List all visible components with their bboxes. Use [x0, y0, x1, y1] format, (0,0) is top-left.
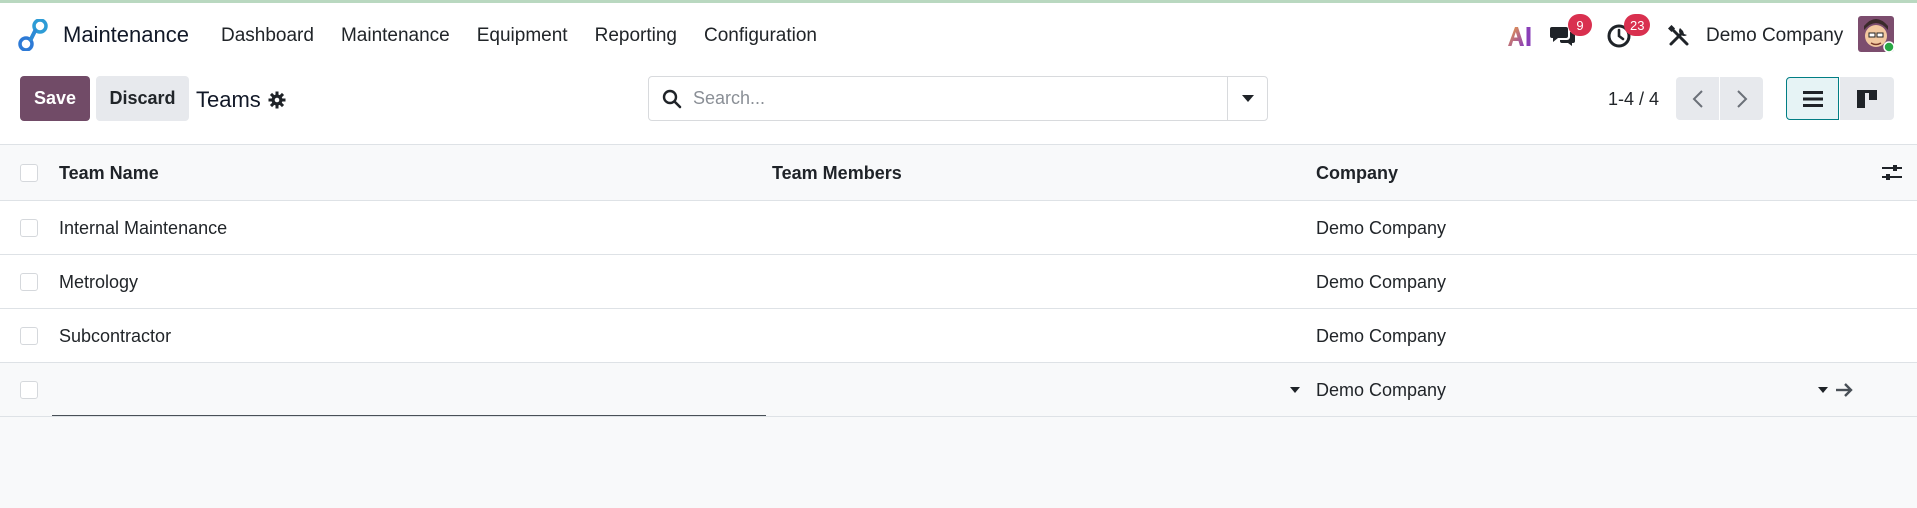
- menu-item-configuration[interactable]: Configuration: [704, 25, 817, 47]
- messages-badge[interactable]: 9: [1568, 14, 1592, 36]
- pager-value[interactable]: 1-4 / 4: [1608, 89, 1659, 110]
- sliders-icon[interactable]: [1881, 163, 1903, 183]
- pager-previous-button[interactable]: [1676, 77, 1719, 120]
- caret-down-icon[interactable]: [1290, 387, 1300, 393]
- avatar[interactable]: [1858, 16, 1894, 52]
- kanban-view-icon: [1857, 89, 1877, 108]
- column-header-company[interactable]: Company: [1316, 163, 1398, 184]
- search-icon: [662, 89, 682, 109]
- menu-item-maintenance[interactable]: Maintenance: [341, 25, 450, 47]
- chevron-right-icon: [1736, 89, 1747, 108]
- company-cell[interactable]: Demo Company: [1316, 218, 1446, 239]
- top-menu: Dashboard Maintenance Equipment Reportin…: [221, 25, 817, 47]
- company-switcher[interactable]: Demo Company: [1706, 25, 1843, 47]
- tools-icon[interactable]: [1668, 3, 1690, 68]
- table-header-row: Team Name Team Members Company: [0, 145, 1917, 201]
- row-checkbox[interactable]: [20, 273, 38, 291]
- gear-icon[interactable]: [268, 91, 286, 109]
- breadcrumb: Teams: [196, 87, 261, 112]
- app-name[interactable]: Maintenance: [63, 22, 189, 48]
- maintenance-app-icon[interactable]: [18, 19, 48, 51]
- main-navbar: Maintenance Dashboard Maintenance Equipm…: [0, 3, 1917, 68]
- activities-badge[interactable]: 23: [1624, 14, 1651, 36]
- ai-icon[interactable]: [1507, 3, 1533, 68]
- team-name-input-underline: [52, 415, 766, 416]
- caret-down-icon: [1242, 94, 1254, 102]
- company-cell[interactable]: Demo Company: [1316, 272, 1446, 293]
- discard-button[interactable]: Discard: [96, 76, 189, 121]
- save-button[interactable]: Save: [20, 76, 90, 121]
- row-checkbox[interactable]: [20, 327, 38, 345]
- team-name-cell[interactable]: Internal Maintenance: [59, 218, 227, 239]
- team-name-cell[interactable]: Subcontractor: [59, 326, 171, 347]
- search-input[interactable]: [693, 83, 1193, 114]
- menu-item-equipment[interactable]: Equipment: [477, 25, 568, 47]
- clock-icon[interactable]: [1606, 3, 1632, 68]
- new-record-row[interactable]: Demo Company: [0, 363, 1917, 417]
- column-header-team-name[interactable]: Team Name: [59, 163, 159, 184]
- search-options-toggle[interactable]: [1228, 77, 1268, 120]
- search-bar: [648, 76, 1268, 121]
- company-select[interactable]: Demo Company: [1316, 380, 1446, 401]
- column-header-team-members[interactable]: Team Members: [772, 163, 902, 184]
- caret-down-icon[interactable]: [1818, 387, 1828, 393]
- company-cell[interactable]: Demo Company: [1316, 326, 1446, 347]
- chat-icon[interactable]: [1549, 3, 1577, 68]
- menu-item-dashboard[interactable]: Dashboard: [221, 25, 314, 47]
- team-name-cell[interactable]: Metrology: [59, 272, 138, 293]
- chevron-left-icon: [1692, 89, 1703, 108]
- row-checkbox[interactable]: [20, 219, 38, 237]
- table-row[interactable]: Internal Maintenance Demo Company: [0, 201, 1917, 255]
- teams-list-table: Team Name Team Members Company Internal …: [0, 145, 1917, 417]
- menu-item-reporting[interactable]: Reporting: [595, 25, 677, 47]
- select-all-checkbox[interactable]: [20, 164, 38, 182]
- table-row[interactable]: Metrology Demo Company: [0, 255, 1917, 309]
- control-panel: Save Discard Teams 1-4 / 4: [0, 68, 1917, 145]
- kanban-view-button[interactable]: [1840, 77, 1894, 120]
- list-view-button[interactable]: [1786, 77, 1839, 120]
- list-view-icon: [1802, 90, 1823, 107]
- arrow-right-icon[interactable]: [1834, 380, 1854, 400]
- pager-next-button[interactable]: [1720, 77, 1763, 120]
- row-checkbox[interactable]: [20, 381, 38, 399]
- table-row[interactable]: Subcontractor Demo Company: [0, 309, 1917, 363]
